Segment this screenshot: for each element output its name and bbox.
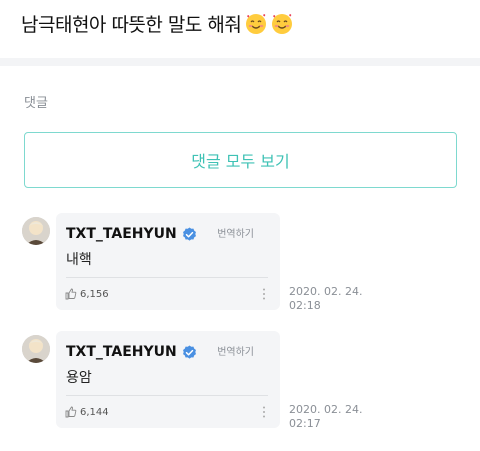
comment-text: 내핵: [66, 252, 92, 268]
comment-divider: [66, 277, 268, 278]
thumbs-up-icon: [65, 288, 77, 300]
like-button[interactable]: 6,144: [65, 406, 109, 418]
avatar[interactable]: [22, 335, 50, 363]
comment-date: 2020. 02. 24.: [289, 403, 363, 416]
section-divider: [0, 58, 480, 66]
comment-date: 2020. 02. 24.: [289, 285, 363, 298]
avatar-image: [22, 335, 50, 363]
comments-section-label: 댓글: [24, 96, 48, 111]
avatar-image: [22, 217, 50, 245]
like-count: 6,144: [80, 406, 109, 418]
author-name: TXT_TAEHYUN: [66, 226, 177, 242]
like-button[interactable]: 6,156: [65, 288, 109, 300]
avatar[interactable]: [22, 217, 50, 245]
comment-bubble: TXT_TAEHYUN 번역하기 용암 6,144: [56, 331, 280, 428]
view-all-comments-button[interactable]: 댓글 모두 보기: [24, 132, 457, 188]
comment-timestamp: 2020. 02. 24. 02:18: [289, 285, 379, 313]
smiling-face-with-hearts-icon: [246, 13, 267, 34]
verified-badge-icon: [182, 344, 196, 359]
smiling-face-with-hearts-icon: [272, 13, 293, 34]
comment-author[interactable]: TXT_TAEHYUN: [66, 344, 197, 360]
comment-item: TXT_TAEHYUN 번역하기 내핵 6,156 2020. 02. 24. …: [0, 213, 480, 333]
like-count: 6,156: [80, 288, 109, 300]
comment-bubble: TXT_TAEHYUN 번역하기 내핵 6,156: [56, 213, 280, 310]
verified-badge-icon: [182, 226, 196, 241]
comment-text: 용암: [66, 370, 92, 386]
post-title: 남극태현아 따뜻한 말도 해줘: [21, 10, 293, 37]
author-name: TXT_TAEHYUN: [66, 344, 177, 360]
comment-item: TXT_TAEHYUN 번역하기 용암 6,144 2020. 02. 24. …: [0, 331, 480, 451]
comment-author[interactable]: TXT_TAEHYUN: [66, 226, 197, 242]
thumbs-up-icon: [65, 406, 77, 418]
comment-time: 02:18: [289, 299, 321, 312]
comment-divider: [66, 395, 268, 396]
translate-button[interactable]: 번역하기: [217, 225, 254, 240]
more-vertical-icon[interactable]: [261, 287, 267, 301]
translate-button[interactable]: 번역하기: [217, 343, 254, 358]
post-title-text: 남극태현아 따뜻한 말도 해줘: [21, 14, 242, 36]
more-vertical-icon[interactable]: [261, 405, 267, 419]
comment-timestamp: 2020. 02. 24. 02:17: [289, 403, 379, 431]
comment-time: 02:17: [289, 417, 321, 430]
